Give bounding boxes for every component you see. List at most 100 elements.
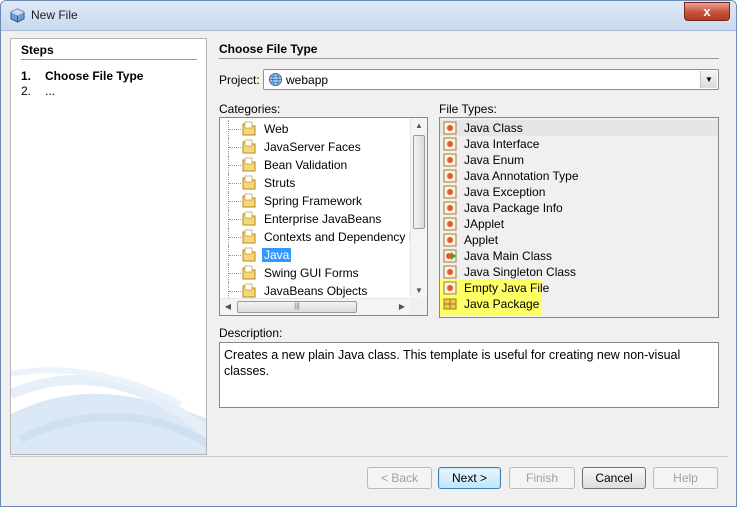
folder-icon xyxy=(242,157,256,172)
scroll-left-arrow-icon[interactable]: ◀ xyxy=(220,299,236,315)
steps-title: Steps xyxy=(21,43,54,57)
steps-panel: Steps 1. Choose File Type 2.... xyxy=(10,38,207,455)
folder-icon xyxy=(242,175,256,190)
folder-icon xyxy=(242,139,256,154)
help-button[interactable]: Help xyxy=(653,467,718,489)
tree-connector xyxy=(228,246,242,264)
java-class-icon xyxy=(443,169,457,183)
tree-item[interactable]: Bean Validation xyxy=(220,156,410,174)
list-item-label: Java Package xyxy=(464,297,540,311)
java-class-icon xyxy=(443,217,457,231)
tree-connector xyxy=(228,120,242,138)
project-select[interactable]: webapp ▼ xyxy=(263,69,719,90)
list-item[interactable]: Empty Java File xyxy=(440,280,718,296)
cancel-button[interactable]: Cancel xyxy=(582,467,646,489)
list-item[interactable]: Java Package Info xyxy=(440,200,718,216)
tree-item[interactable]: Enterprise JavaBeans xyxy=(220,210,410,228)
tree-item-label: Contexts and Dependency Inje xyxy=(264,230,428,244)
java-class-icon xyxy=(443,201,457,215)
tree-connector xyxy=(228,192,242,210)
tree-item[interactable]: Struts xyxy=(220,174,410,192)
list-item-label: Empty Java File xyxy=(464,281,550,295)
list-item[interactable]: Java Singleton Class xyxy=(440,264,718,280)
tree-item-label: Java xyxy=(260,247,293,263)
list-item-label: Java Package Info xyxy=(464,201,563,215)
tree-connector xyxy=(228,156,242,174)
categories-tree[interactable]: Web JavaServer Faces Bean Validation Str… xyxy=(219,117,428,316)
finish-button[interactable]: Finish xyxy=(509,467,575,489)
new-file-dialog: New File x Steps 1. Choose File Type 2...… xyxy=(0,0,737,507)
list-item[interactable]: Java Exception xyxy=(440,184,718,200)
java-class-icon xyxy=(443,233,457,247)
netbeans-cube-icon xyxy=(10,8,25,23)
tree-item[interactable]: Spring Framework xyxy=(220,192,410,210)
java-class-icon xyxy=(443,281,457,295)
project-value: webapp xyxy=(286,73,329,87)
folder-icon xyxy=(242,211,256,226)
list-item[interactable]: Java Package xyxy=(440,296,718,312)
list-item-label: Java Singleton Class xyxy=(464,265,577,279)
step-label: Choose File Type xyxy=(45,69,144,83)
folder-icon xyxy=(242,229,256,244)
tree-item[interactable]: Contexts and Dependency Inje xyxy=(220,228,427,246)
list-item[interactable]: Java Interface xyxy=(440,136,718,152)
folder-icon xyxy=(242,247,256,262)
steps-divider xyxy=(21,59,197,60)
tree-item-label: Bean Validation xyxy=(264,158,348,172)
tree-connector xyxy=(228,138,242,156)
scroll-down-arrow-icon[interactable]: ▼ xyxy=(411,283,427,299)
back-button[interactable]: < Back xyxy=(367,467,432,489)
tree-item[interactable]: Swing GUI Forms xyxy=(220,264,410,282)
step-label: ... xyxy=(45,84,56,98)
step-item-next: 2.... xyxy=(21,84,55,98)
categories-label: Categories: xyxy=(219,102,281,116)
window-title: New File xyxy=(31,8,78,22)
scroll-thumb[interactable] xyxy=(413,135,425,229)
description-label: Description: xyxy=(219,326,283,340)
tree-item[interactable]: JavaServer Faces xyxy=(220,138,410,156)
tree-item-selected[interactable]: Java xyxy=(220,246,410,264)
folder-icon xyxy=(242,121,256,136)
list-item[interactable]: Java Enum xyxy=(440,152,718,168)
tree-item-label: Enterprise JavaBeans xyxy=(264,212,382,226)
step-item-choose-file-type: 1. Choose File Type xyxy=(21,69,143,83)
button-bar-divider xyxy=(10,456,728,457)
categories-vertical-scrollbar[interactable]: ▲ ▼ xyxy=(410,118,427,299)
folder-icon xyxy=(242,265,256,280)
step-number: 2. xyxy=(21,84,32,98)
tree-connector xyxy=(228,228,242,246)
tree-item-label: JavaBeans Objects xyxy=(264,284,368,298)
tree-connector xyxy=(228,174,242,192)
tree-connector xyxy=(228,264,242,282)
title-bar[interactable]: New File x xyxy=(1,1,736,31)
scroll-up-arrow-icon[interactable]: ▲ xyxy=(411,118,427,134)
scroll-right-arrow-icon[interactable]: ▶ xyxy=(394,299,410,315)
close-button[interactable]: x xyxy=(684,2,730,21)
list-item[interactable]: Java Class xyxy=(440,120,718,136)
description-text: Creates a new plain Java class. This tem… xyxy=(219,342,719,408)
globe-icon xyxy=(268,72,283,87)
scroll-thumb[interactable]: ||| xyxy=(237,301,357,313)
tree-item-label: Spring Framework xyxy=(264,194,363,208)
list-item-label: JApplet xyxy=(464,217,505,231)
java-main-class-icon xyxy=(443,249,457,263)
list-item-label: Java Interface xyxy=(464,137,540,151)
file-types-list[interactable]: Java Class Java Interface Java Enum Java… xyxy=(439,117,719,318)
categories-horizontal-scrollbar[interactable]: ◀ ||| ▶ xyxy=(220,298,410,315)
chevron-down-icon[interactable]: ▼ xyxy=(700,71,717,88)
tree-item[interactable]: Web xyxy=(220,120,410,138)
list-item[interactable]: Applet xyxy=(440,232,718,248)
list-item-label: Java Class xyxy=(464,121,523,135)
next-button[interactable]: Next > xyxy=(438,467,501,489)
list-item-label: Applet xyxy=(464,233,499,247)
list-item-label: Java Main Class xyxy=(464,249,553,263)
page-title: Choose File Type xyxy=(219,42,318,56)
list-item-label: Java Enum xyxy=(464,153,525,167)
folder-icon xyxy=(242,283,256,298)
list-item[interactable]: JApplet xyxy=(440,216,718,232)
java-class-icon xyxy=(443,153,457,167)
list-item-label: Java Exception xyxy=(464,185,546,199)
list-item[interactable]: Java Annotation Type xyxy=(440,168,718,184)
list-item[interactable]: Java Main Class xyxy=(440,248,718,264)
tree-connector xyxy=(228,210,242,228)
